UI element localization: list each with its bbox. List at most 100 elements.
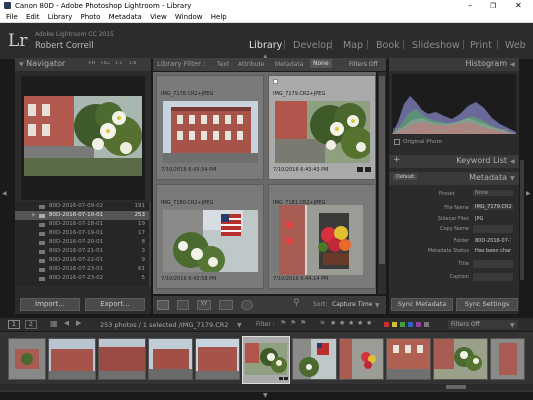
folder-row[interactable]: 80D-2016-07-20-01 8 [15, 238, 149, 247]
keyword-list-header[interactable]: Keyword List [389, 155, 519, 168]
photo-thumbnail[interactable] [163, 210, 258, 272]
add-keyword-icon[interactable]: + [393, 155, 401, 165]
photo-thumbnail[interactable] [163, 101, 258, 163]
histogram-header[interactable]: Histogram [389, 58, 519, 71]
forward-arrow-icon[interactable]: ▶ [76, 319, 81, 327]
folder-row-selected[interactable]: ▶ 80D-2016-07-10-01 253 [15, 211, 149, 220]
module-print[interactable]: Print [470, 40, 492, 51]
folder-value[interactable]: 80D-2016-07-10-01 [475, 238, 511, 244]
bottom-panel-toggle-icon[interactable]: ▼ [263, 392, 268, 399]
title-field[interactable] [473, 260, 513, 268]
module-slideshow[interactable]: Slideshow [412, 40, 460, 51]
folder-row[interactable]: 80D-2016-07-19-01 17 [15, 229, 149, 238]
star-icon[interactable]: ★ [339, 319, 345, 327]
menu-file[interactable]: File [6, 13, 18, 21]
grid-scroll-thumb[interactable] [379, 76, 385, 264]
filter-tab-attribute[interactable]: Attribute [238, 61, 265, 68]
menu-photo[interactable]: Photo [80, 13, 100, 21]
right-panel-toggle-icon[interactable]: ▶ [526, 190, 531, 197]
navigator-preview-image[interactable] [24, 96, 142, 176]
grid-scrollbar[interactable] [378, 72, 386, 294]
photo-thumbnail[interactable] [279, 205, 363, 275]
menu-metadata[interactable]: Metadata [109, 13, 142, 21]
people-view-icon[interactable] [241, 300, 253, 310]
blue-label-filter-icon[interactable] [408, 322, 413, 327]
original-photo-checkbox[interactable] [394, 139, 400, 145]
filmstrip-thumbnail[interactable] [433, 338, 488, 380]
folder-row[interactable]: 80D-2016-07-23-01 61 [15, 265, 149, 274]
star-icon[interactable]: ★ [357, 319, 363, 327]
page-1-button[interactable]: 1 [8, 320, 20, 329]
filmstrip-thumbnail[interactable] [195, 338, 240, 380]
menu-library[interactable]: Library [48, 13, 72, 21]
module-library[interactable]: Library [249, 40, 282, 51]
star-icon[interactable]: ★ [348, 319, 354, 327]
filmstrip-thumbnail[interactable] [8, 338, 46, 380]
folder-row[interactable]: 80D-2016-07-21-01 3 [15, 247, 149, 256]
sort-dropdown[interactable]: Capture Time [332, 301, 372, 308]
flag-filter-icon[interactable]: ⚑ [280, 319, 286, 327]
compare-view-icon[interactable]: XY [197, 300, 211, 310]
grid-view-icon[interactable] [157, 300, 169, 310]
module-map[interactable]: Map [343, 40, 363, 51]
folder-row[interactable]: 80D-2016-07-22-01 9 [15, 256, 149, 265]
sort-dropdown-chevron-icon[interactable]: ▼ [375, 302, 380, 309]
purple-label-filter-icon[interactable] [416, 322, 421, 327]
filter-tab-metadata[interactable]: Metadata [275, 61, 303, 68]
star-icon[interactable]: ★ [366, 319, 372, 327]
gray-label-filter-icon[interactable] [424, 322, 429, 327]
module-develop[interactable]: Develop [293, 40, 332, 51]
zoom-fit[interactable]: FIT [89, 61, 96, 66]
filmstrip-thumbnail[interactable] [292, 338, 337, 380]
preset-dropdown[interactable]: None [473, 190, 513, 196]
folder-row[interactable]: 80D-2016-07-23-02 5 [15, 274, 149, 283]
zoom-1-8[interactable]: 1:8 [129, 61, 136, 66]
grid-cell[interactable]: IMG_7180.CR2+JPEG 7/10/2016 6:43:58 PM [156, 184, 264, 289]
menu-help[interactable]: Help [211, 13, 227, 21]
folder-scrollbar[interactable] [149, 202, 151, 286]
sync-settings-button[interactable]: Sync Settings [456, 298, 518, 311]
module-book[interactable]: Book [376, 40, 400, 51]
menu-view[interactable]: View [150, 13, 167, 21]
grid-cell[interactable]: IMG_7178.CR2+JPEG 7/10/2016 6:43:34 PM [156, 75, 264, 180]
caption-field[interactable] [473, 273, 513, 281]
collapse-triangle-icon[interactable]: ◀ [510, 61, 515, 68]
red-label-filter-icon[interactable] [384, 322, 389, 327]
folder-row[interactable]: 80D-2016-07-09-02 191 [15, 202, 149, 211]
metadata-mode-dropdown[interactable]: Default [393, 174, 418, 180]
reject-filter-icon[interactable]: ⚑ [300, 319, 306, 327]
filmstrip-thumbnail[interactable] [386, 338, 431, 380]
survey-view-icon[interactable] [219, 300, 233, 310]
menu-window[interactable]: Window [175, 13, 203, 21]
filmstrip-scrollbar[interactable] [0, 384, 533, 390]
minimize-icon[interactable]: – [468, 0, 472, 12]
filters-off-dropdown[interactable]: Filters Off [349, 61, 378, 68]
filmstrip-thumbnail[interactable] [98, 338, 146, 380]
export-button[interactable]: Export... [85, 298, 145, 311]
left-panel-toggle-icon[interactable]: ◀ [2, 190, 7, 197]
expand-icon[interactable]: ▶ [32, 211, 36, 220]
filmstrip-scroll-thumb[interactable] [446, 385, 466, 389]
sync-metadata-button[interactable]: Sync Metadata [391, 298, 453, 311]
zoom-fill[interactable]: FILL [101, 61, 110, 66]
filmstrip-thumbnail-selected[interactable] [242, 336, 290, 384]
folder-row[interactable]: 80D-2016-07-18-01 19 [15, 220, 149, 229]
filter-tab-text[interactable]: Text [217, 61, 229, 68]
flag-icon[interactable] [273, 79, 278, 84]
filmstrip-thumbnail[interactable] [48, 338, 96, 380]
copy-name-field[interactable] [473, 225, 513, 233]
page-2-button[interactable]: 2 [25, 320, 37, 329]
collapse-triangle-icon[interactable]: ▼ [510, 175, 515, 182]
flag-filter-icon[interactable]: ⚑ [290, 319, 296, 327]
photo-thumbnail[interactable] [275, 101, 370, 163]
import-button[interactable]: Import... [20, 298, 80, 311]
star-icon[interactable]: ★ [330, 319, 336, 327]
green-label-filter-icon[interactable] [400, 322, 405, 327]
maximize-icon[interactable]: ❐ [490, 0, 496, 12]
zoom-1-1[interactable]: 1:1 [115, 61, 122, 66]
grid-icon[interactable]: ▦ [50, 319, 58, 328]
close-icon[interactable]: ✕ [515, 0, 522, 12]
module-web[interactable]: Web [505, 40, 526, 51]
filter-tab-none[interactable]: None [310, 59, 332, 68]
grid-cell-selected[interactable]: IMG_7179.CR2+JPEG 7/10/2016 6:43:43 PM [268, 75, 376, 180]
